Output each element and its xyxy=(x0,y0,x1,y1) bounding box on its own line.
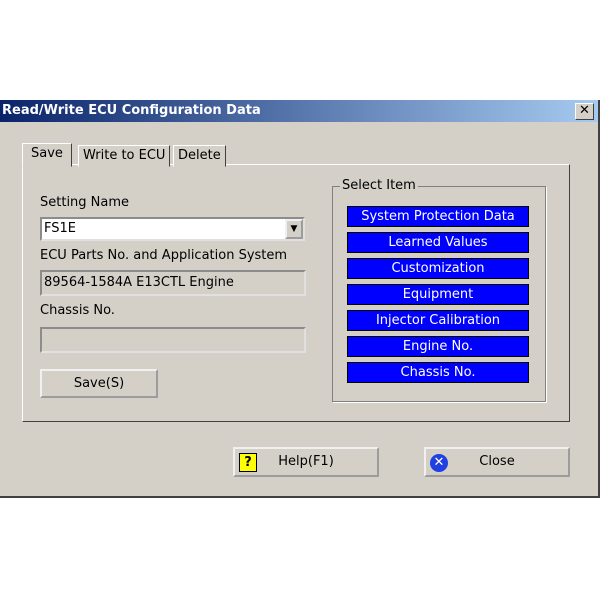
close-button[interactable]: ✕ Close xyxy=(424,447,570,477)
ecu-parts-field: 89564-1584A E13CTL Engine xyxy=(40,270,306,296)
setting-name-value: FS1E xyxy=(44,221,76,236)
item-injector-calibration[interactable]: Injector Calibration xyxy=(347,310,529,331)
close-circle-icon: ✕ xyxy=(430,454,448,472)
tab-write-to-ecu[interactable]: Write to ECU xyxy=(78,145,171,167)
chassis-field xyxy=(40,327,306,353)
help-button[interactable]: ? Help(F1) xyxy=(233,447,379,477)
help-icon: ? xyxy=(239,453,257,472)
item-customization[interactable]: Customization xyxy=(347,258,529,279)
tab-save[interactable]: Save xyxy=(22,143,72,167)
dialog-window: Read/Write ECU Configuration Data ✕ Save… xyxy=(0,100,600,498)
help-label: Help(F1) xyxy=(278,454,334,469)
title-bar: Read/Write ECU Configuration Data xyxy=(0,100,598,122)
item-equipment[interactable]: Equipment xyxy=(347,284,529,305)
close-label: Close xyxy=(479,454,515,469)
item-system-protection-data[interactable]: System Protection Data xyxy=(347,206,529,227)
setting-name-label: Setting Name xyxy=(40,195,130,210)
tab-delete[interactable]: Delete xyxy=(173,145,226,167)
save-button[interactable]: Save(S) xyxy=(40,369,158,398)
chevron-down-icon[interactable]: ▼ xyxy=(285,219,303,239)
select-item-label: Select Item xyxy=(340,178,418,193)
close-icon[interactable]: ✕ xyxy=(575,103,594,120)
ecu-parts-label: ECU Parts No. and Application System xyxy=(40,248,288,263)
item-engine-no[interactable]: Engine No. xyxy=(347,336,529,357)
item-learned-values[interactable]: Learned Values xyxy=(347,232,529,253)
setting-name-combobox[interactable]: FS1E ▼ xyxy=(40,217,305,241)
item-chassis-no[interactable]: Chassis No. xyxy=(347,362,529,383)
chassis-label: Chassis No. xyxy=(40,303,115,318)
